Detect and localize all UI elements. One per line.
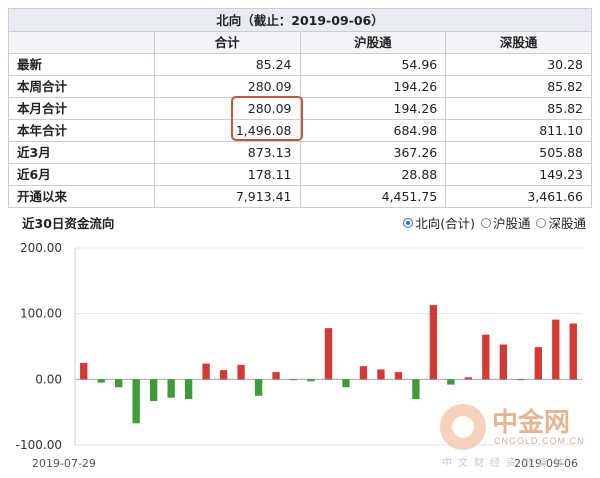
cell-shanghai: 194.26	[299, 75, 447, 98]
bar	[394, 372, 403, 380]
bar	[517, 379, 525, 381]
y-tick-label: 200.00	[20, 241, 62, 255]
bar	[237, 364, 245, 380]
cell-shenzhen: 85.82	[445, 75, 592, 98]
bar	[499, 344, 507, 380]
header-shenzhen: 深股通	[445, 31, 592, 54]
cell-total: 873.13	[153, 141, 301, 164]
cell-total: 280.09	[153, 97, 301, 120]
bar	[307, 379, 315, 382]
x-tick-label-start: 2019-07-29	[32, 457, 96, 470]
watermark-logo: 中金网	[492, 408, 571, 438]
table-row: 最新 85.24 54.96 30.28	[8, 53, 592, 76]
radio-selected-icon	[403, 217, 414, 228]
cell-shanghai: 684.98	[299, 119, 447, 142]
header-shanghai: 沪股通	[299, 31, 447, 54]
cell-shanghai: 194.26	[299, 97, 447, 120]
bar	[219, 370, 228, 380]
bar	[482, 334, 490, 380]
row-label: 本月合计	[8, 97, 155, 120]
cell-total: 7,913.41	[153, 185, 301, 208]
bar	[150, 379, 158, 402]
bar	[254, 379, 263, 396]
y-tick-label: 0.00	[35, 372, 62, 386]
bar	[115, 379, 123, 388]
bar	[429, 305, 438, 380]
row-label: 近3月	[8, 141, 155, 164]
table-row: 近6月 178.11 28.88 149.23	[8, 163, 592, 186]
cell-shanghai: 367.26	[299, 141, 447, 164]
header-blank	[8, 31, 155, 54]
y-tick-label: 100.00	[20, 307, 62, 321]
cell-total: 1,496.08	[153, 119, 301, 142]
table-row: 本年合计 1,496.08 684.98 811.10	[8, 119, 592, 142]
watermark-slogan: 中文财经资讯媒体	[442, 458, 570, 469]
watermark-emblem-icon	[440, 404, 486, 450]
bar	[447, 379, 455, 385]
bar	[132, 379, 140, 424]
cell-shenzhen: 505.88	[445, 141, 592, 164]
bar	[202, 363, 210, 380]
watermark-domain: CNGOLD.COM.CN	[494, 436, 585, 446]
bar	[464, 377, 473, 380]
bar	[534, 347, 542, 380]
table-title: 北向（截止：2019-09-06）	[8, 8, 592, 32]
bar	[80, 362, 88, 380]
table-row: 本周合计 280.09 194.26 85.82	[8, 75, 592, 98]
cell-total: 280.09	[153, 75, 301, 98]
row-label: 本周合计	[8, 75, 155, 98]
radio-icon	[536, 217, 547, 228]
bar	[359, 366, 368, 380]
radio-icon	[480, 217, 491, 228]
row-label: 本年合计	[8, 119, 155, 142]
cell-shenzhen: 149.23	[445, 163, 592, 186]
row-label: 开通以来	[8, 185, 155, 208]
bar	[342, 379, 350, 388]
watermark: 中金网 CNGOLD.COM.CN 中文财经资讯媒体	[440, 402, 590, 472]
bar	[569, 323, 577, 380]
cell-shanghai: 4,451.75	[299, 185, 447, 208]
bar	[552, 319, 560, 380]
cell-shenzhen: 85.82	[445, 97, 592, 120]
cell-shenzhen: 811.10	[445, 119, 592, 142]
cell-total: 178.11	[153, 163, 301, 186]
table-row: 近3月 873.13 367.26 505.88	[8, 141, 592, 164]
northbound-table: 北向（截止：2019-09-06） 合计 沪股通 深股通 最新 85.24 54.9…	[8, 8, 592, 208]
table-row: 本月合计 280.09 194.26 85.82	[8, 97, 592, 120]
cell-shanghai: 28.88	[299, 163, 447, 186]
bar	[184, 379, 193, 400]
bar	[412, 379, 420, 400]
header-total: 合计	[153, 31, 301, 54]
bar	[324, 328, 333, 380]
bar	[289, 379, 298, 381]
cell-total: 85.24	[153, 53, 301, 76]
bar	[97, 379, 105, 383]
cell-shenzhen: 30.28	[445, 53, 592, 76]
bar	[272, 372, 280, 380]
bar	[167, 379, 175, 398]
cell-shenzhen: 3,461.66	[445, 185, 592, 208]
table-row: 开通以来 7,913.41 4,451.75 3,461.66	[8, 185, 592, 208]
bar	[377, 369, 385, 380]
y-tick-label: -100.00	[16, 438, 62, 452]
row-label: 近6月	[8, 163, 155, 186]
cell-shanghai: 54.96	[299, 53, 447, 76]
row-label: 最新	[8, 53, 155, 76]
